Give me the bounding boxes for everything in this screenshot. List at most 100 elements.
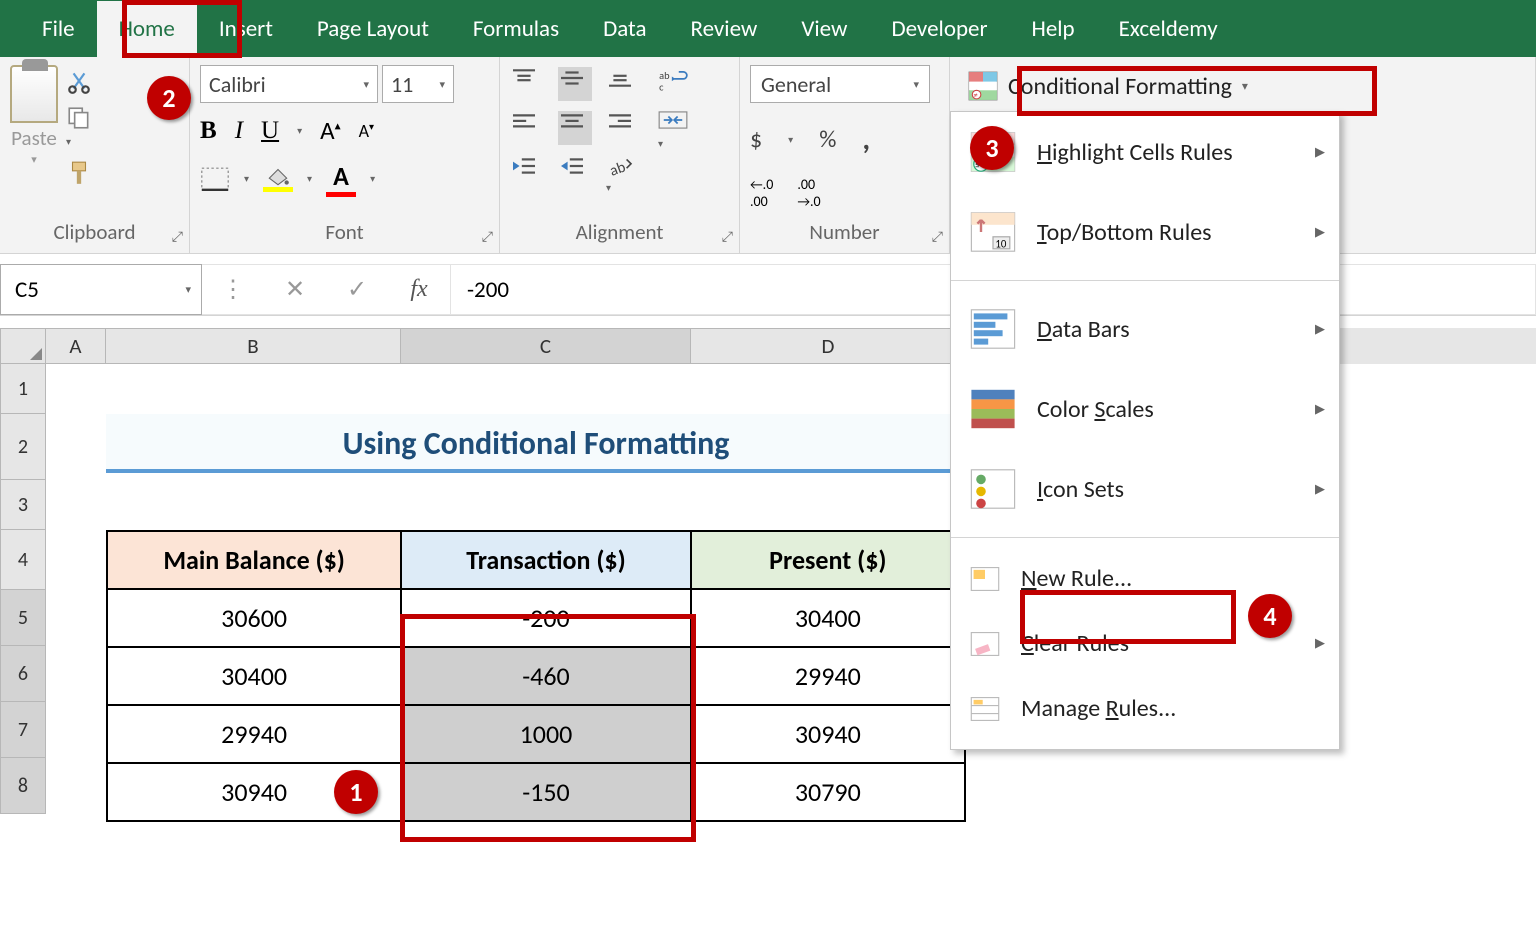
align-bottom-icon[interactable] bbox=[606, 67, 640, 101]
menu-file[interactable]: File bbox=[20, 1, 97, 57]
row-header-8[interactable]: 8 bbox=[0, 758, 46, 814]
data-table: Main Balance ($) Transaction ($) Present… bbox=[106, 530, 966, 822]
cancel-formula-icon[interactable]: ✕ bbox=[264, 265, 326, 314]
cf-top-bottom-rules[interactable]: 10 Top/Bottom Rules ▶ bbox=[951, 192, 1339, 272]
group-styles: ≠ Conditional Formatting ▾ ≤> Highlight … bbox=[950, 57, 1536, 253]
decrease-indent-icon[interactable] bbox=[510, 155, 544, 189]
cut-icon[interactable] bbox=[66, 69, 92, 95]
table-header-main-balance: Main Balance ($) bbox=[107, 531, 401, 589]
percent-format-button[interactable]: % bbox=[819, 125, 836, 154]
menu-data[interactable]: Data bbox=[581, 1, 668, 57]
sheet-title: Using Conditional Formatting bbox=[106, 414, 966, 473]
menu-help[interactable]: Help bbox=[1010, 1, 1097, 57]
borders-button[interactable] bbox=[200, 167, 230, 191]
cf-icon-sets[interactable]: Icon Sets ▶ bbox=[951, 449, 1339, 529]
name-box[interactable]: C5▾ bbox=[0, 264, 202, 315]
row-header-3[interactable]: 3 bbox=[0, 480, 46, 530]
underline-button[interactable]: U bbox=[261, 117, 279, 145]
select-all-corner[interactable] bbox=[0, 328, 46, 364]
callout-3: 3 bbox=[970, 126, 1014, 170]
number-label: Number bbox=[750, 219, 939, 249]
font-color-button[interactable]: A bbox=[326, 160, 356, 197]
comma-format-button[interactable]: , bbox=[862, 121, 870, 158]
col-header-C[interactable]: C bbox=[401, 328, 691, 364]
table-row: 30940-15030790 bbox=[107, 763, 965, 821]
clipboard-icon bbox=[10, 65, 58, 123]
cf-manage-rules[interactable]: Manage Rules... bbox=[951, 676, 1339, 741]
conditional-formatting-button[interactable]: ≠ Conditional Formatting ▾ bbox=[960, 65, 1525, 107]
menu-home[interactable]: Home bbox=[97, 1, 197, 57]
number-launcher-icon[interactable]: ⤢ bbox=[932, 228, 943, 245]
table-row: 30600-20030400 bbox=[107, 589, 965, 647]
ribbon: Paste ▾ ▾ Clipboard ⤢ Calibri▾ 11▾ B I U… bbox=[0, 57, 1536, 254]
table-header-transaction: Transaction ($) bbox=[401, 531, 690, 589]
copy-icon[interactable]: ▾ bbox=[66, 105, 92, 150]
col-header-D[interactable]: D bbox=[691, 328, 966, 364]
font-size-select[interactable]: 11▾ bbox=[382, 65, 454, 103]
col-header-B[interactable]: B bbox=[106, 328, 401, 364]
cf-color-scales[interactable]: Color Scales ▶ bbox=[951, 369, 1339, 449]
menu-insert[interactable]: Insert bbox=[197, 1, 295, 57]
row-header-5[interactable]: 5 bbox=[0, 590, 46, 646]
merge-center-icon[interactable]: ▾ bbox=[658, 107, 688, 152]
callout-1: 1 bbox=[334, 770, 378, 814]
orientation-icon[interactable]: ab▾ bbox=[606, 155, 640, 189]
menu-developer[interactable]: Developer bbox=[869, 1, 1009, 57]
decrease-font-icon[interactable]: A▾ bbox=[359, 120, 374, 142]
row-header-7[interactable]: 7 bbox=[0, 702, 46, 758]
wrap-text-icon[interactable]: abc bbox=[658, 67, 688, 93]
group-alignment: ab▾ abc ▾ Alignment ⤢ bbox=[500, 57, 740, 253]
svg-text:10: 10 bbox=[995, 238, 1006, 251]
table-row: 30400-46029940 bbox=[107, 647, 965, 705]
align-right-icon[interactable] bbox=[606, 111, 640, 145]
row-header-2[interactable]: 2 bbox=[0, 414, 46, 480]
font-launcher-icon[interactable]: ⤢ bbox=[482, 228, 493, 245]
italic-button[interactable]: I bbox=[235, 117, 243, 145]
alignment-label: Alignment bbox=[510, 219, 729, 249]
align-center-icon[interactable] bbox=[558, 111, 592, 145]
align-top-icon[interactable] bbox=[510, 67, 544, 101]
conditional-formatting-icon: ≠ bbox=[968, 71, 998, 101]
menu-formulas[interactable]: Formulas bbox=[451, 1, 581, 57]
svg-text:c: c bbox=[659, 80, 664, 93]
group-number: General▾ $▾ % , ←.0.00 .00→.0 Number ⤢ bbox=[740, 57, 950, 253]
clipboard-launcher-icon[interactable]: ⤢ bbox=[172, 228, 183, 245]
menu-bar: File Home Insert Page Layout Formulas Da… bbox=[0, 0, 1536, 57]
row-header-6[interactable]: 6 bbox=[0, 646, 46, 702]
paste-label: Paste bbox=[11, 125, 57, 151]
bold-button[interactable]: B bbox=[200, 117, 217, 145]
callout-4: 4 bbox=[1248, 594, 1292, 638]
menu-view[interactable]: View bbox=[779, 1, 869, 57]
callout-2: 2 bbox=[147, 76, 191, 120]
row-header-1[interactable]: 1 bbox=[0, 364, 46, 414]
paste-button[interactable]: Paste ▾ bbox=[10, 65, 58, 186]
conditional-formatting-menu: ≤> Highlight Cells Rules ▶ 10 Top/Bottom… bbox=[950, 111, 1340, 750]
menu-exceldemy[interactable]: Exceldemy bbox=[1097, 1, 1240, 57]
menu-page-layout[interactable]: Page Layout bbox=[295, 1, 451, 57]
align-middle-icon[interactable] bbox=[558, 67, 592, 101]
svg-text:≠: ≠ bbox=[973, 91, 977, 101]
table-row: 29940100030940 bbox=[107, 705, 965, 763]
col-header-A[interactable]: A bbox=[46, 328, 106, 364]
increase-indent-icon[interactable] bbox=[558, 155, 592, 189]
group-font: Calibri▾ 11▾ B I U▾ A▴ A▾ ▾ ▾ A▾ Font ⤢ bbox=[190, 57, 500, 253]
increase-font-icon[interactable]: A▴ bbox=[320, 115, 341, 146]
cf-data-bars[interactable]: Data Bars ▶ bbox=[951, 289, 1339, 369]
increase-decimal-icon[interactable]: ←.0.00 bbox=[750, 176, 773, 210]
number-format-select[interactable]: General▾ bbox=[750, 65, 930, 103]
row-header-4[interactable]: 4 bbox=[0, 530, 46, 590]
align-left-icon[interactable] bbox=[510, 111, 544, 145]
enter-formula-icon[interactable]: ✓ bbox=[326, 265, 388, 314]
alignment-launcher-icon[interactable]: ⤢ bbox=[722, 228, 733, 245]
format-painter-icon[interactable] bbox=[66, 160, 92, 186]
svg-text:ab: ab bbox=[607, 158, 628, 177]
insert-function-button[interactable]: fx bbox=[388, 265, 450, 314]
clipboard-label: Clipboard bbox=[10, 219, 179, 249]
menu-review[interactable]: Review bbox=[668, 1, 779, 57]
table-header-present: Present ($) bbox=[691, 531, 965, 589]
decrease-decimal-icon[interactable]: .00→.0 bbox=[797, 176, 820, 210]
fill-color-button[interactable] bbox=[263, 165, 293, 192]
font-name-select[interactable]: Calibri▾ bbox=[200, 65, 378, 103]
accounting-format-button[interactable]: $ bbox=[750, 125, 762, 154]
formula-expand-icon[interactable]: ⋮ bbox=[202, 265, 264, 314]
